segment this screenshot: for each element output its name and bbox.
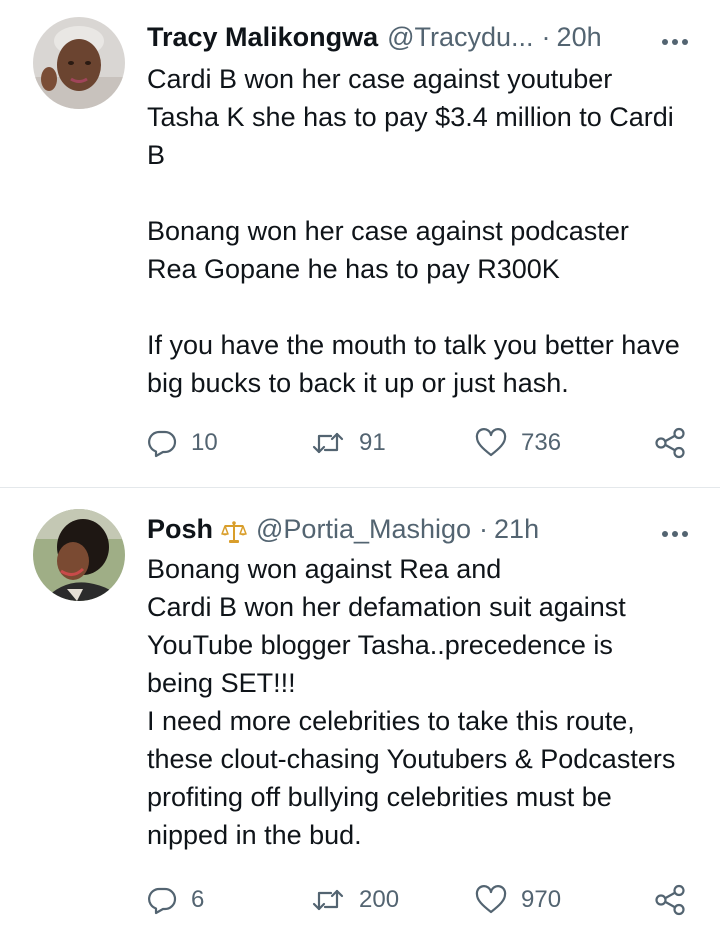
retweet-icon bbox=[311, 428, 345, 458]
tweet-line: Bonang won against Rea and bbox=[147, 554, 502, 584]
more-horizontal-icon[interactable] bbox=[660, 517, 690, 541]
reply-count: 6 bbox=[191, 886, 205, 913]
separator-dot: · bbox=[479, 514, 489, 544]
display-name[interactable]: Posh bbox=[147, 509, 213, 549]
share-button[interactable] bbox=[653, 881, 687, 919]
user-handle[interactable]: @Portia_Mashigo bbox=[256, 509, 471, 549]
tweet-feed: Tracy Malikongwa @Tracydu... · 20h Cardi… bbox=[0, 0, 720, 932]
tweet[interactable]: Posh @Portia_Mashigo · 21h Bonang won ag… bbox=[0, 487, 720, 932]
share-button[interactable] bbox=[653, 424, 687, 462]
tweet-actions: 6 200 970 bbox=[147, 881, 692, 919]
retweet-button[interactable]: 200 bbox=[311, 881, 399, 919]
heart-icon bbox=[475, 428, 507, 458]
scales-icon bbox=[221, 516, 247, 543]
user-handle[interactable]: @Tracydu... bbox=[387, 17, 533, 57]
tweet[interactable]: Tracy Malikongwa @Tracydu... · 20h Cardi… bbox=[0, 0, 720, 487]
retweet-button[interactable]: 91 bbox=[311, 424, 386, 462]
tweet-paragraph: Bonang won her case against podcaster Re… bbox=[147, 216, 629, 284]
tweet-header: Tracy Malikongwa @Tracydu... · 20h bbox=[147, 17, 700, 57]
tweet-paragraph: If you have the mouth to talk you better… bbox=[147, 330, 680, 398]
timestamp[interactable]: 20h bbox=[557, 17, 602, 57]
retweet-icon bbox=[311, 885, 345, 915]
display-name[interactable]: Tracy Malikongwa bbox=[147, 17, 378, 57]
tweet-line: I need more celebrities to take this rou… bbox=[147, 706, 676, 850]
tweet-text: Cardi B won her case against youtuber Ta… bbox=[147, 60, 680, 402]
reply-icon bbox=[147, 428, 177, 458]
reply-icon bbox=[147, 885, 177, 915]
like-button[interactable]: 970 bbox=[475, 881, 561, 919]
reply-button[interactable]: 6 bbox=[147, 881, 204, 919]
retweet-count: 91 bbox=[359, 429, 386, 456]
share-icon bbox=[653, 884, 687, 916]
retweet-count: 200 bbox=[359, 886, 400, 913]
timestamp[interactable]: 21h bbox=[494, 509, 539, 549]
share-icon bbox=[653, 427, 687, 459]
tweet-text: Bonang won against Rea and Cardi B won h… bbox=[147, 550, 680, 854]
tweet-paragraph: Cardi B won her case against youtuber Ta… bbox=[147, 64, 674, 170]
tweet-actions: 10 91 736 bbox=[147, 424, 692, 462]
like-count: 970 bbox=[521, 886, 562, 913]
reply-count: 10 bbox=[191, 429, 218, 456]
tweet-line: Cardi B won her defamation suit against … bbox=[147, 592, 626, 698]
tweet-header: Posh @Portia_Mashigo · 21h bbox=[147, 509, 700, 549]
separator-dot: · bbox=[541, 22, 551, 52]
reply-button[interactable]: 10 bbox=[147, 424, 218, 462]
avatar[interactable] bbox=[33, 509, 125, 601]
heart-icon bbox=[475, 885, 507, 915]
more-horizontal-icon[interactable] bbox=[660, 25, 690, 49]
avatar[interactable] bbox=[33, 17, 125, 109]
like-count: 736 bbox=[521, 429, 562, 456]
like-button[interactable]: 736 bbox=[475, 424, 561, 462]
